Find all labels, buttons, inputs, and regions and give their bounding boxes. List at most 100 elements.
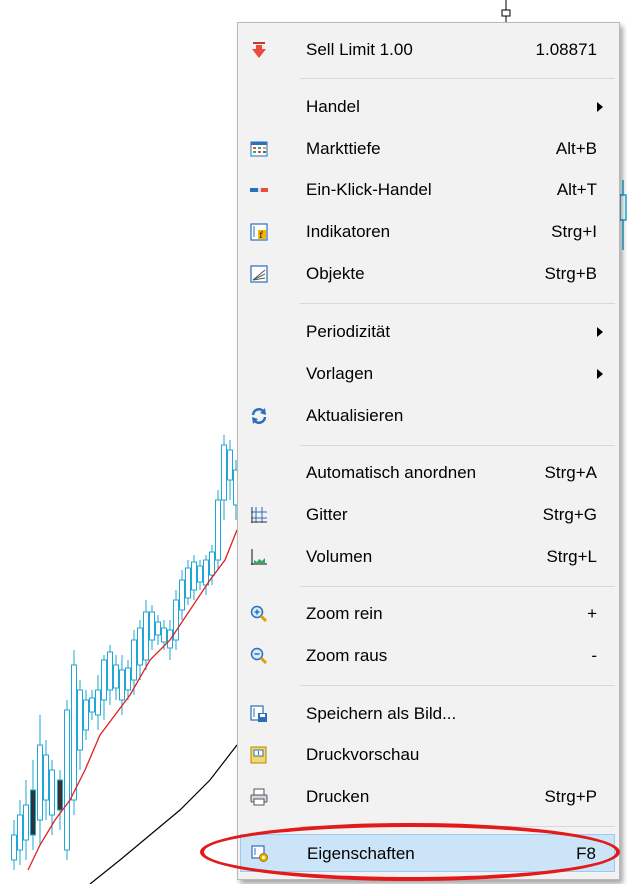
- menu-item-label: Vorlagen: [306, 364, 374, 383]
- menu-item-label: Sell Limit 1.00: [306, 40, 413, 59]
- menu-item-shortcut: Alt+T: [556, 180, 597, 199]
- candle-body: [64, 709, 70, 851]
- one-click-trading-icon: [250, 188, 268, 192]
- candle-body: [23, 804, 29, 841]
- annotation-oval: [200, 823, 620, 881]
- menu-item-speichern-als-bild[interactable]: Speichern als Bild...: [240, 695, 615, 733]
- market-depth-icon: [250, 141, 268, 157]
- candle-body: [11, 834, 17, 861]
- candle-body: [191, 561, 197, 591]
- menu-item-label: Drucken: [306, 787, 370, 806]
- menu-item-shortcut: Alt+B: [555, 139, 597, 158]
- menu-item-shortcut: Strg+A: [544, 463, 597, 482]
- candle-body: [30, 789, 36, 836]
- menu-item-label: Zoom rein: [306, 604, 383, 623]
- save-image-icon: [250, 705, 267, 722]
- candlesticks: [11, 435, 239, 870]
- menu-item-zoom-raus[interactable]: Zoom raus -: [240, 637, 615, 675]
- top-right-candle: [501, 0, 511, 22]
- menu-separator: [300, 303, 615, 304]
- candle-body: [227, 449, 233, 481]
- candle-body: [185, 567, 191, 599]
- candle-body: [125, 667, 131, 691]
- candle-body: [113, 664, 119, 689]
- menu-item-markttiefe[interactable]: Markttiefe Alt+B: [240, 130, 615, 168]
- menu-item-aktualisieren[interactable]: Aktualisieren: [240, 397, 615, 435]
- menu-item-zoom-rein[interactable]: Zoom rein +: [240, 595, 615, 633]
- printer-icon: [250, 788, 268, 806]
- menu-item-shortcut: Strg+L: [546, 547, 597, 566]
- menu-item-periodizitaet[interactable]: Periodizität: [240, 313, 615, 351]
- menu-item-handel[interactable]: Handel: [240, 88, 615, 126]
- candle-body: [161, 627, 167, 643]
- menu-item-indikatoren[interactable]: f Indikatoren Strg+I: [240, 213, 615, 251]
- candle-body: [209, 551, 215, 576]
- candle-body: [155, 621, 161, 636]
- candle-body: [71, 664, 77, 801]
- candle-body: [37, 744, 43, 821]
- menu-separator: [300, 586, 615, 587]
- sell-arrow-icon: [252, 42, 266, 58]
- menu-item-value: 1.08871: [535, 40, 597, 59]
- menu-item-ein-klick-handel[interactable]: Ein-Klick-Handel Alt+T: [240, 171, 615, 209]
- candle-body: [137, 627, 143, 666]
- print-preview-icon: [250, 746, 267, 764]
- menu-item-label: Gitter: [306, 505, 348, 524]
- menu-item-gitter[interactable]: Gitter Strg+G: [240, 496, 615, 534]
- menu-item-shortcut: -: [591, 646, 597, 665]
- grid-icon: [251, 507, 267, 523]
- refresh-icon: [251, 408, 267, 424]
- menu-item-label: Periodizität: [306, 322, 391, 341]
- menu-item-label: Aktualisieren: [306, 406, 404, 425]
- menu-item-sell-limit[interactable]: Sell Limit 1.00 1.08871: [240, 31, 615, 69]
- menu-item-volumen[interactable]: Volumen Strg+L: [240, 538, 615, 576]
- menu-item-label: Indikatoren: [306, 222, 391, 241]
- menu-item-label: Objekte: [306, 264, 365, 283]
- candle-body: [89, 697, 95, 713]
- indicators-icon: f: [250, 223, 268, 241]
- submenu-arrow-icon: [597, 327, 603, 337]
- candle-body: [215, 499, 221, 561]
- menu-item-automatisch-anordnen[interactable]: Automatisch anordnen Strg+A: [240, 454, 615, 492]
- candle-body: [143, 611, 149, 661]
- menu-item-shortcut: Strg+B: [544, 264, 597, 283]
- candle-body: [203, 559, 209, 586]
- menu-item-shortcut: Strg+I: [551, 222, 597, 241]
- menu-item-label: Volumen: [306, 547, 373, 566]
- candle-body: [49, 769, 55, 816]
- menu-separator: [300, 685, 615, 686]
- menu-item-label: Automatisch anordnen: [306, 463, 477, 482]
- candle-body: [83, 699, 89, 731]
- menu-item-drucken[interactable]: Drucken Strg+P: [240, 778, 615, 816]
- right-edge-candle: [619, 180, 627, 250]
- menu-item-shortcut: Strg+P: [544, 787, 597, 806]
- menu-separator: [300, 78, 615, 79]
- menu-item-label: Handel: [306, 97, 360, 116]
- menu-item-label: Ein-Klick-Handel: [306, 180, 432, 199]
- candle-body: [43, 754, 49, 801]
- candle-body: [77, 689, 83, 751]
- menu-item-objekte[interactable]: Objekte Strg+B: [240, 255, 615, 293]
- candle-body: [131, 639, 137, 681]
- menu-item-label: Druckvorschau: [306, 745, 420, 764]
- candle-body: [119, 669, 125, 701]
- submenu-arrow-icon: [597, 369, 603, 379]
- candle-body: [57, 779, 63, 811]
- candle-body: [179, 579, 185, 611]
- submenu-arrow-icon: [597, 102, 603, 112]
- menu-item-label: Zoom raus: [306, 646, 388, 665]
- candle-body: [95, 689, 101, 716]
- context-menu: Sell Limit 1.00 1.08871 Handel Markttief…: [237, 22, 620, 880]
- zoom-in-icon: [250, 605, 268, 623]
- candle-body: [221, 444, 227, 501]
- menu-item-label: Markttiefe: [306, 139, 381, 158]
- volume-icon: [251, 549, 267, 565]
- menu-separator: [300, 445, 615, 446]
- candle-body: [101, 659, 107, 701]
- menu-item-druckvorschau[interactable]: Druckvorschau: [240, 736, 615, 774]
- zoom-out-icon: [250, 647, 268, 665]
- menu-item-vorlagen[interactable]: Vorlagen: [240, 355, 615, 393]
- candle-body: [17, 814, 23, 851]
- candle-body: [149, 611, 155, 641]
- menu-item-shortcut: Strg+G: [542, 505, 597, 524]
